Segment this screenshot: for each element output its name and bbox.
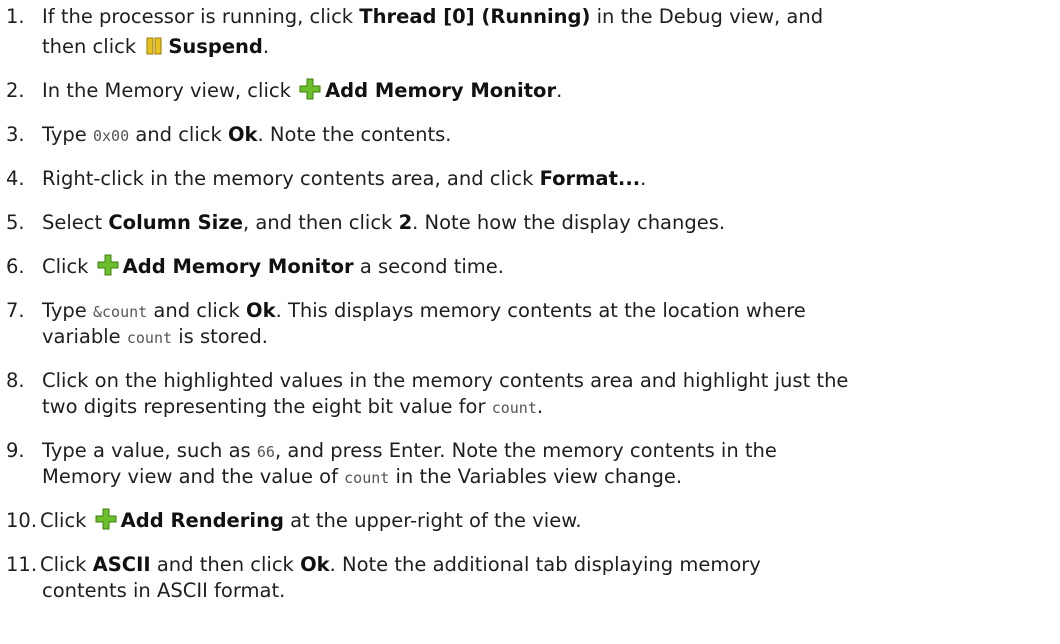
step-text: then click xyxy=(42,35,143,58)
step-number: 5. xyxy=(6,211,25,234)
ui-label-add-memory-monitor: Add Memory Monitor xyxy=(122,255,354,278)
step-number: 10. xyxy=(6,509,38,532)
ui-label-suspend: Suspend xyxy=(168,35,263,58)
step-11-line-2: contents in ASCII format. xyxy=(42,579,286,602)
step-7-line-2: variable count is stored. xyxy=(42,325,268,348)
add-icon xyxy=(97,254,119,283)
code-address: 0x00 xyxy=(93,127,130,145)
code-count: count xyxy=(344,469,390,487)
ui-label-add-rendering: Add Rendering xyxy=(120,509,284,532)
suspend-icon xyxy=(144,36,164,63)
ui-label-add-memory-monitor: Add Memory Monitor xyxy=(325,79,557,102)
code-count: count xyxy=(491,399,537,417)
add-icon xyxy=(95,508,117,537)
ui-label-column-size: Column Size xyxy=(108,211,243,234)
step-number: 11. xyxy=(6,553,38,576)
add-icon xyxy=(299,78,321,107)
step-9: 9. Type a value, such as 66, and press En… xyxy=(6,439,777,462)
instructions-document: 1. If the processor is running, click Thr… xyxy=(0,0,1060,644)
step-1-line-2: then click Suspend. xyxy=(6,34,1056,63)
ui-label-ok: Ok xyxy=(246,299,276,322)
step-text: If the processor is running, click xyxy=(42,5,360,28)
step-10: 10. Click Add Rendering at the upper-righ… xyxy=(6,508,1056,537)
step-8: 8. Click on the highlighted values in the… xyxy=(6,369,849,392)
step-9-line-2: Memory view and the value of count in th… xyxy=(42,465,683,488)
step-number: 8. xyxy=(6,369,25,392)
step-text: in the Debug view, and xyxy=(590,5,824,28)
step-number: 9. xyxy=(6,439,25,462)
step-number: 4. xyxy=(6,167,25,190)
code-value: 66 xyxy=(256,443,275,461)
step-7: 7. Type &count and click Ok. This display… xyxy=(6,299,806,322)
code-count-address: &count xyxy=(93,303,148,321)
step-text: In the Memory view, click xyxy=(42,79,298,102)
ui-label-ok: Ok xyxy=(227,123,258,146)
step-3: 3. Type 0x00 and click Ok. Note the conte… xyxy=(6,123,452,146)
step-number: 6. xyxy=(6,255,25,278)
ui-label-ok: Ok xyxy=(300,553,330,576)
step-number: 3. xyxy=(6,123,25,146)
ui-label-2: 2 xyxy=(398,211,413,234)
step-4: 4. Right-click in the memory contents are… xyxy=(6,167,647,190)
ui-label-thread: Thread [0] (Running) xyxy=(359,5,591,28)
step-2: 2. In the Memory view, click Add Memory M… xyxy=(6,78,1056,107)
ui-label-format: Format... xyxy=(539,167,641,190)
step-8-line-2: two digits representing the eight bit va… xyxy=(42,395,544,418)
ui-label-ascii: ASCII xyxy=(92,553,151,576)
step-number: 2. xyxy=(6,79,25,102)
step-number: 1. xyxy=(6,5,25,28)
step-1: 1. If the processor is running, click Thr… xyxy=(6,4,1056,30)
code-count: count xyxy=(126,329,173,347)
step-number: 7. xyxy=(6,299,25,322)
step-11: 11. Click ASCII and then click Ok. Note t… xyxy=(6,553,761,576)
step-6: 6. Click Add Memory Monitor a second time… xyxy=(6,254,1056,283)
step-5: 5. Select Column Size, and then click 2. … xyxy=(6,211,726,234)
